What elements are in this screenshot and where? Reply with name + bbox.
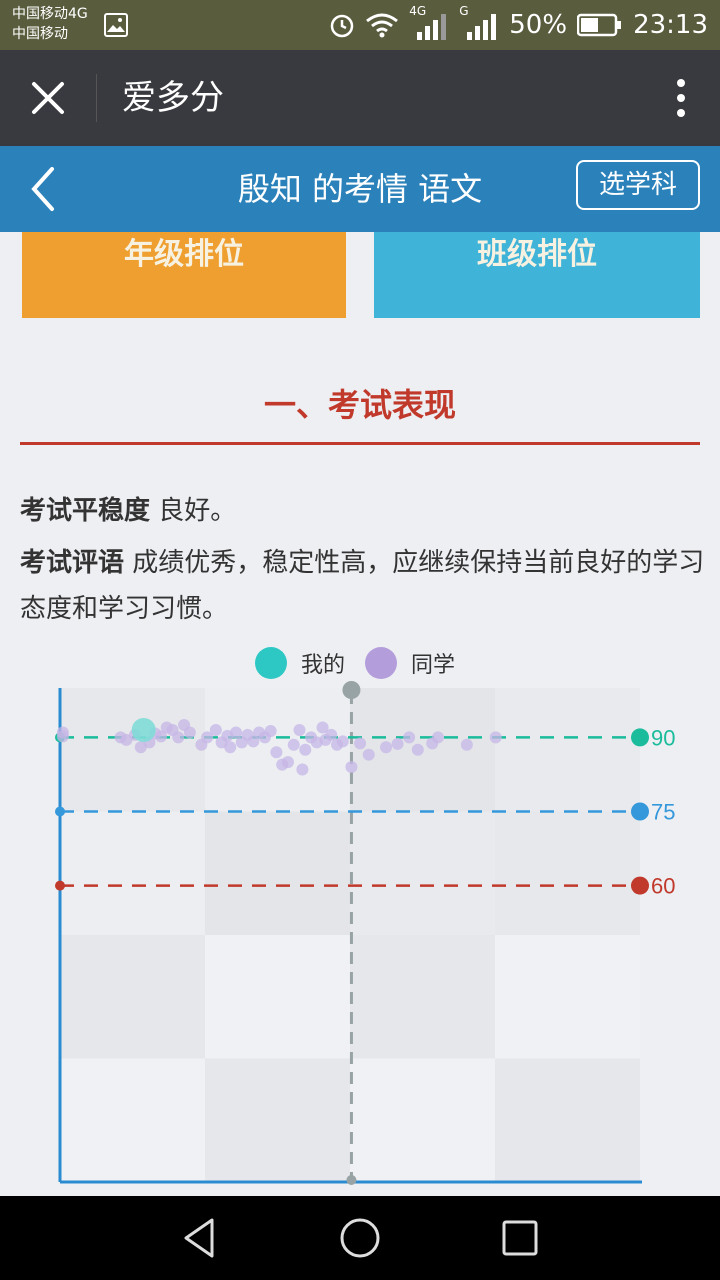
chart-legend: 我的 同学: [255, 644, 475, 682]
grid-cell: [60, 1058, 205, 1182]
my-score-point[interactable]: [131, 717, 156, 742]
section-title: 一、考试表现: [263, 386, 456, 424]
classmate-point[interactable]: [411, 743, 424, 756]
grid-cell: [205, 811, 350, 935]
grid-cell: [60, 935, 205, 1059]
grid-cell: [350, 811, 495, 935]
reference-label-75: 75: [651, 800, 675, 825]
legend-item-classmates[interactable]: 同学: [365, 647, 455, 679]
classmate-point[interactable]: [391, 737, 404, 750]
navigation-bar: [0, 1196, 720, 1280]
classmate-point[interactable]: [56, 730, 69, 743]
carrier-line-2: 中国移动: [12, 26, 68, 42]
stability-value: 良好。: [150, 496, 237, 526]
median-marker-top[interactable]: [342, 681, 361, 699]
grid-cell: [205, 935, 350, 1059]
close-icon[interactable]: [26, 76, 70, 120]
grid-cell: [495, 1058, 640, 1182]
classmate-point[interactable]: [345, 761, 358, 774]
classmate-point[interactable]: [432, 731, 445, 744]
signal-4g-icon: 4G: [409, 4, 449, 42]
classmate-point[interactable]: [224, 741, 237, 754]
grade-rank-button[interactable]: 年级排位: [22, 232, 346, 318]
classmate-point[interactable]: [336, 735, 349, 748]
classmate-point[interactable]: [264, 724, 277, 737]
reference-start-60: [55, 880, 65, 891]
classmate-point[interactable]: [293, 723, 306, 736]
classmate-point[interactable]: [287, 738, 300, 751]
more-options-icon[interactable]: [676, 78, 686, 118]
clock: 23:13: [633, 10, 708, 40]
stability-line: 考试平稳度 良好。: [20, 488, 710, 534]
nav-back-icon[interactable]: [178, 1216, 222, 1260]
reference-end-60[interactable]: [631, 876, 649, 895]
class-rank-button[interactable]: 班级排位: [374, 232, 700, 318]
grid-cell: [350, 935, 495, 1059]
grid-cell: [205, 1058, 350, 1182]
grid-cell: [60, 811, 205, 935]
classmate-point[interactable]: [362, 748, 375, 761]
reference-label-60: 60: [651, 874, 675, 899]
reference-end-90[interactable]: [631, 728, 649, 747]
divider: [96, 74, 97, 122]
comment-line: 考试评语 成绩优秀，稳定性高，应继续保持当前良好的学习态度和学习习惯。: [20, 540, 710, 632]
select-subject-button[interactable]: 选学科: [576, 160, 700, 210]
wifi-icon: [366, 13, 399, 38]
classmate-point[interactable]: [299, 743, 312, 756]
battery-icon: [577, 13, 622, 37]
carrier-info: 中国移动4G 中国移动: [12, 4, 88, 44]
legend-classmates-label: 同学: [411, 653, 456, 678]
reference-end-75[interactable]: [631, 802, 649, 821]
legend-classmates-marker: [365, 647, 398, 679]
reference-start-75: [55, 806, 65, 817]
score-scatter-chart: 90 75 60: [55, 681, 675, 1185]
classmate-point[interactable]: [281, 756, 294, 769]
legend-mine-label: 我的: [301, 653, 346, 678]
classmate-point[interactable]: [183, 726, 196, 739]
comment-label: 考试评语: [20, 548, 125, 578]
classmate-point[interactable]: [296, 763, 309, 776]
grid-cell: [495, 688, 640, 812]
wechat-bar: 爱多分: [0, 50, 720, 146]
section-divider: [20, 442, 700, 445]
nav-home-icon[interactable]: [338, 1216, 382, 1260]
carrier-line-1: 中国移动4G: [12, 6, 88, 22]
grid-cell: [350, 1058, 495, 1182]
classmate-point[interactable]: [354, 737, 367, 750]
reference-label-90: 90: [651, 725, 675, 750]
grid-cell: [60, 688, 205, 812]
classmate-point[interactable]: [209, 723, 222, 736]
status-bar: 中国移动4G 中国移动 4G G 50% 23:13: [0, 0, 720, 50]
battery-percent: 50%: [509, 10, 568, 40]
alarm-icon: [331, 14, 354, 38]
grid-cell: [495, 935, 640, 1059]
classmate-point[interactable]: [489, 731, 502, 744]
legend-item-mine[interactable]: 我的: [255, 647, 345, 679]
app-title: 爱多分: [122, 78, 224, 118]
image-icon: [104, 13, 128, 37]
classmate-point[interactable]: [270, 746, 283, 759]
median-marker-bottom: [346, 1175, 357, 1185]
page-header: 殷知 的考情 语文 选学科: [0, 146, 720, 232]
grid-cell: [495, 811, 640, 935]
signal-g-icon: G: [459, 4, 499, 42]
classmate-point[interactable]: [380, 741, 393, 754]
classmate-point[interactable]: [172, 731, 185, 744]
stability-label: 考试平稳度: [20, 496, 151, 526]
nav-recents-icon[interactable]: [498, 1216, 542, 1260]
classmate-point[interactable]: [460, 738, 473, 751]
legend-mine-marker: [255, 647, 287, 679]
classmate-point[interactable]: [403, 731, 416, 744]
